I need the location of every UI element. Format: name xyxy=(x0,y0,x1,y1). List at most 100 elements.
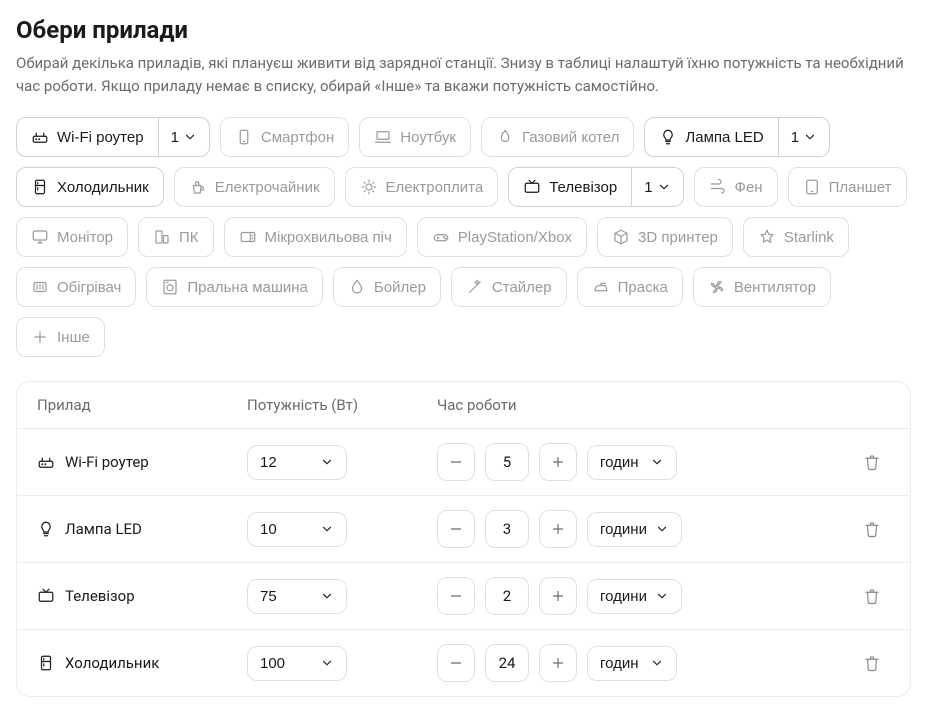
unit-value: годин xyxy=(600,454,639,471)
chip-group-wifi: Wi-Fi роутер 1 xyxy=(16,117,210,157)
table-row: Wi-Fi роутер 12 5 годин xyxy=(17,429,910,495)
chevron-down-icon xyxy=(650,656,664,670)
chip-tv[interactable]: Телевізор xyxy=(508,167,632,207)
chip-gasboiler[interactable]: Газовий котел xyxy=(481,117,634,157)
unit-select[interactable]: годин xyxy=(587,646,677,681)
col-time: Час роботи xyxy=(437,396,830,414)
page-title: Обери прилади xyxy=(16,16,911,44)
device-label: Лампа LED xyxy=(65,520,142,538)
tv-icon xyxy=(523,178,541,196)
chip-styler[interactable]: Стайлер xyxy=(451,267,567,307)
unit-select[interactable]: години xyxy=(587,579,682,614)
smartphone-icon xyxy=(235,128,253,146)
chevron-down-icon xyxy=(650,455,664,469)
chip-label: Планшет xyxy=(829,179,892,196)
chip-label: Вентилятор xyxy=(734,279,816,296)
chip-monitor[interactable]: Монітор xyxy=(16,217,128,257)
device-table: Прилад Потужність (Вт) Час роботи Wi-Fi … xyxy=(16,381,911,697)
hours-value-box[interactable]: 5 xyxy=(485,443,529,481)
power-select[interactable]: 10 xyxy=(247,512,347,547)
chip-label: Лампа LED xyxy=(685,129,763,146)
power-cell: 10 xyxy=(247,512,437,547)
chip-count-wifi[interactable]: 1 xyxy=(159,117,210,157)
chip-wifi[interactable]: Wi-Fi роутер xyxy=(16,117,159,157)
microwave-icon xyxy=(239,228,257,246)
decrement-button[interactable] xyxy=(437,510,475,548)
unit-value: години xyxy=(600,588,647,605)
chip-pc[interactable]: ПК xyxy=(138,217,214,257)
wind-icon xyxy=(709,178,727,196)
chip-other[interactable]: Інше xyxy=(16,317,105,357)
hours-value: 2 xyxy=(503,587,511,605)
chip-washer[interactable]: Пральна машина xyxy=(146,267,323,307)
gamepad-icon xyxy=(432,228,450,246)
chip-laptop[interactable]: Ноутбук xyxy=(359,117,471,157)
chevron-down-icon xyxy=(803,130,817,144)
table-row: Лампа LED 10 3 години xyxy=(17,495,910,562)
hours-value-box[interactable]: 2 xyxy=(485,577,529,615)
chip-fridge[interactable]: Холодильник xyxy=(16,167,164,207)
chip-heater[interactable]: Обігрівач xyxy=(16,267,136,307)
chip-count-lampled[interactable]: 1 xyxy=(779,117,830,157)
time-cell: 24 годин xyxy=(437,644,830,682)
chip-label: 3D принтер xyxy=(638,229,718,246)
chip-stove[interactable]: Електроплита xyxy=(345,167,499,207)
chip-label: ПК xyxy=(179,229,199,246)
increment-button[interactable] xyxy=(539,443,577,481)
chip-starlink[interactable]: Starlink xyxy=(743,217,849,257)
decrement-button[interactable] xyxy=(437,443,475,481)
bulb-icon xyxy=(659,128,677,146)
chip-iron[interactable]: Праска xyxy=(577,267,683,307)
power-cell: 12 xyxy=(247,445,437,480)
tv-icon xyxy=(37,587,55,605)
hours-value-box[interactable]: 24 xyxy=(485,644,529,682)
chip-count-tv[interactable]: 1 xyxy=(632,167,683,207)
fan-icon xyxy=(708,278,726,296)
chip-label: Ноутбук xyxy=(400,129,456,146)
delete-button[interactable] xyxy=(854,578,890,614)
power-value: 75 xyxy=(260,588,277,605)
power-select[interactable]: 100 xyxy=(247,646,347,681)
chip-count-value: 1 xyxy=(644,179,652,196)
chip-kettle[interactable]: Електрочайник xyxy=(174,167,335,207)
hours-value: 3 xyxy=(503,520,511,538)
unit-select[interactable]: годин xyxy=(587,445,677,480)
monitor-icon xyxy=(31,228,49,246)
chip-label: Бойлер xyxy=(374,279,426,296)
unit-value: години xyxy=(600,521,647,538)
chip-label: Мікрохвильова піч xyxy=(265,229,392,246)
chip-smartphone[interactable]: Смартфон xyxy=(220,117,349,157)
laptop-icon xyxy=(374,128,392,146)
increment-button[interactable] xyxy=(539,644,577,682)
trash-icon xyxy=(863,654,881,672)
chip-tablet[interactable]: Планшет xyxy=(788,167,907,207)
heater-icon xyxy=(31,278,49,296)
chip-printer3d[interactable]: 3D принтер xyxy=(597,217,733,257)
decrement-button[interactable] xyxy=(437,577,475,615)
router-icon xyxy=(37,453,55,471)
chip-console[interactable]: PlayStation/Xbox xyxy=(417,217,587,257)
power-value: 100 xyxy=(260,655,285,672)
chip-boiler[interactable]: Бойлер xyxy=(333,267,441,307)
hours-value-box[interactable]: 3 xyxy=(485,510,529,548)
delete-button[interactable] xyxy=(854,511,890,547)
power-select[interactable]: 75 xyxy=(247,579,347,614)
chevron-down-icon xyxy=(320,455,334,469)
decrement-button[interactable] xyxy=(437,644,475,682)
plus-icon xyxy=(549,520,567,538)
chevron-down-icon xyxy=(657,180,671,194)
power-select[interactable]: 12 xyxy=(247,445,347,480)
unit-select[interactable]: години xyxy=(587,512,682,547)
tablet-icon xyxy=(803,178,821,196)
chip-fan[interactable]: Вентилятор xyxy=(693,267,831,307)
chip-microwave[interactable]: Мікрохвильова піч xyxy=(224,217,407,257)
unit-value: годин xyxy=(600,655,639,672)
table-row: Холодильник 100 24 годин xyxy=(17,629,910,696)
chip-hairdryer[interactable]: Фен xyxy=(694,167,778,207)
increment-button[interactable] xyxy=(539,510,577,548)
increment-button[interactable] xyxy=(539,577,577,615)
delete-button[interactable] xyxy=(854,645,890,681)
chip-label: Обігрівач xyxy=(57,279,121,296)
delete-button[interactable] xyxy=(854,444,890,480)
chip-lampled[interactable]: Лампа LED xyxy=(644,117,778,157)
